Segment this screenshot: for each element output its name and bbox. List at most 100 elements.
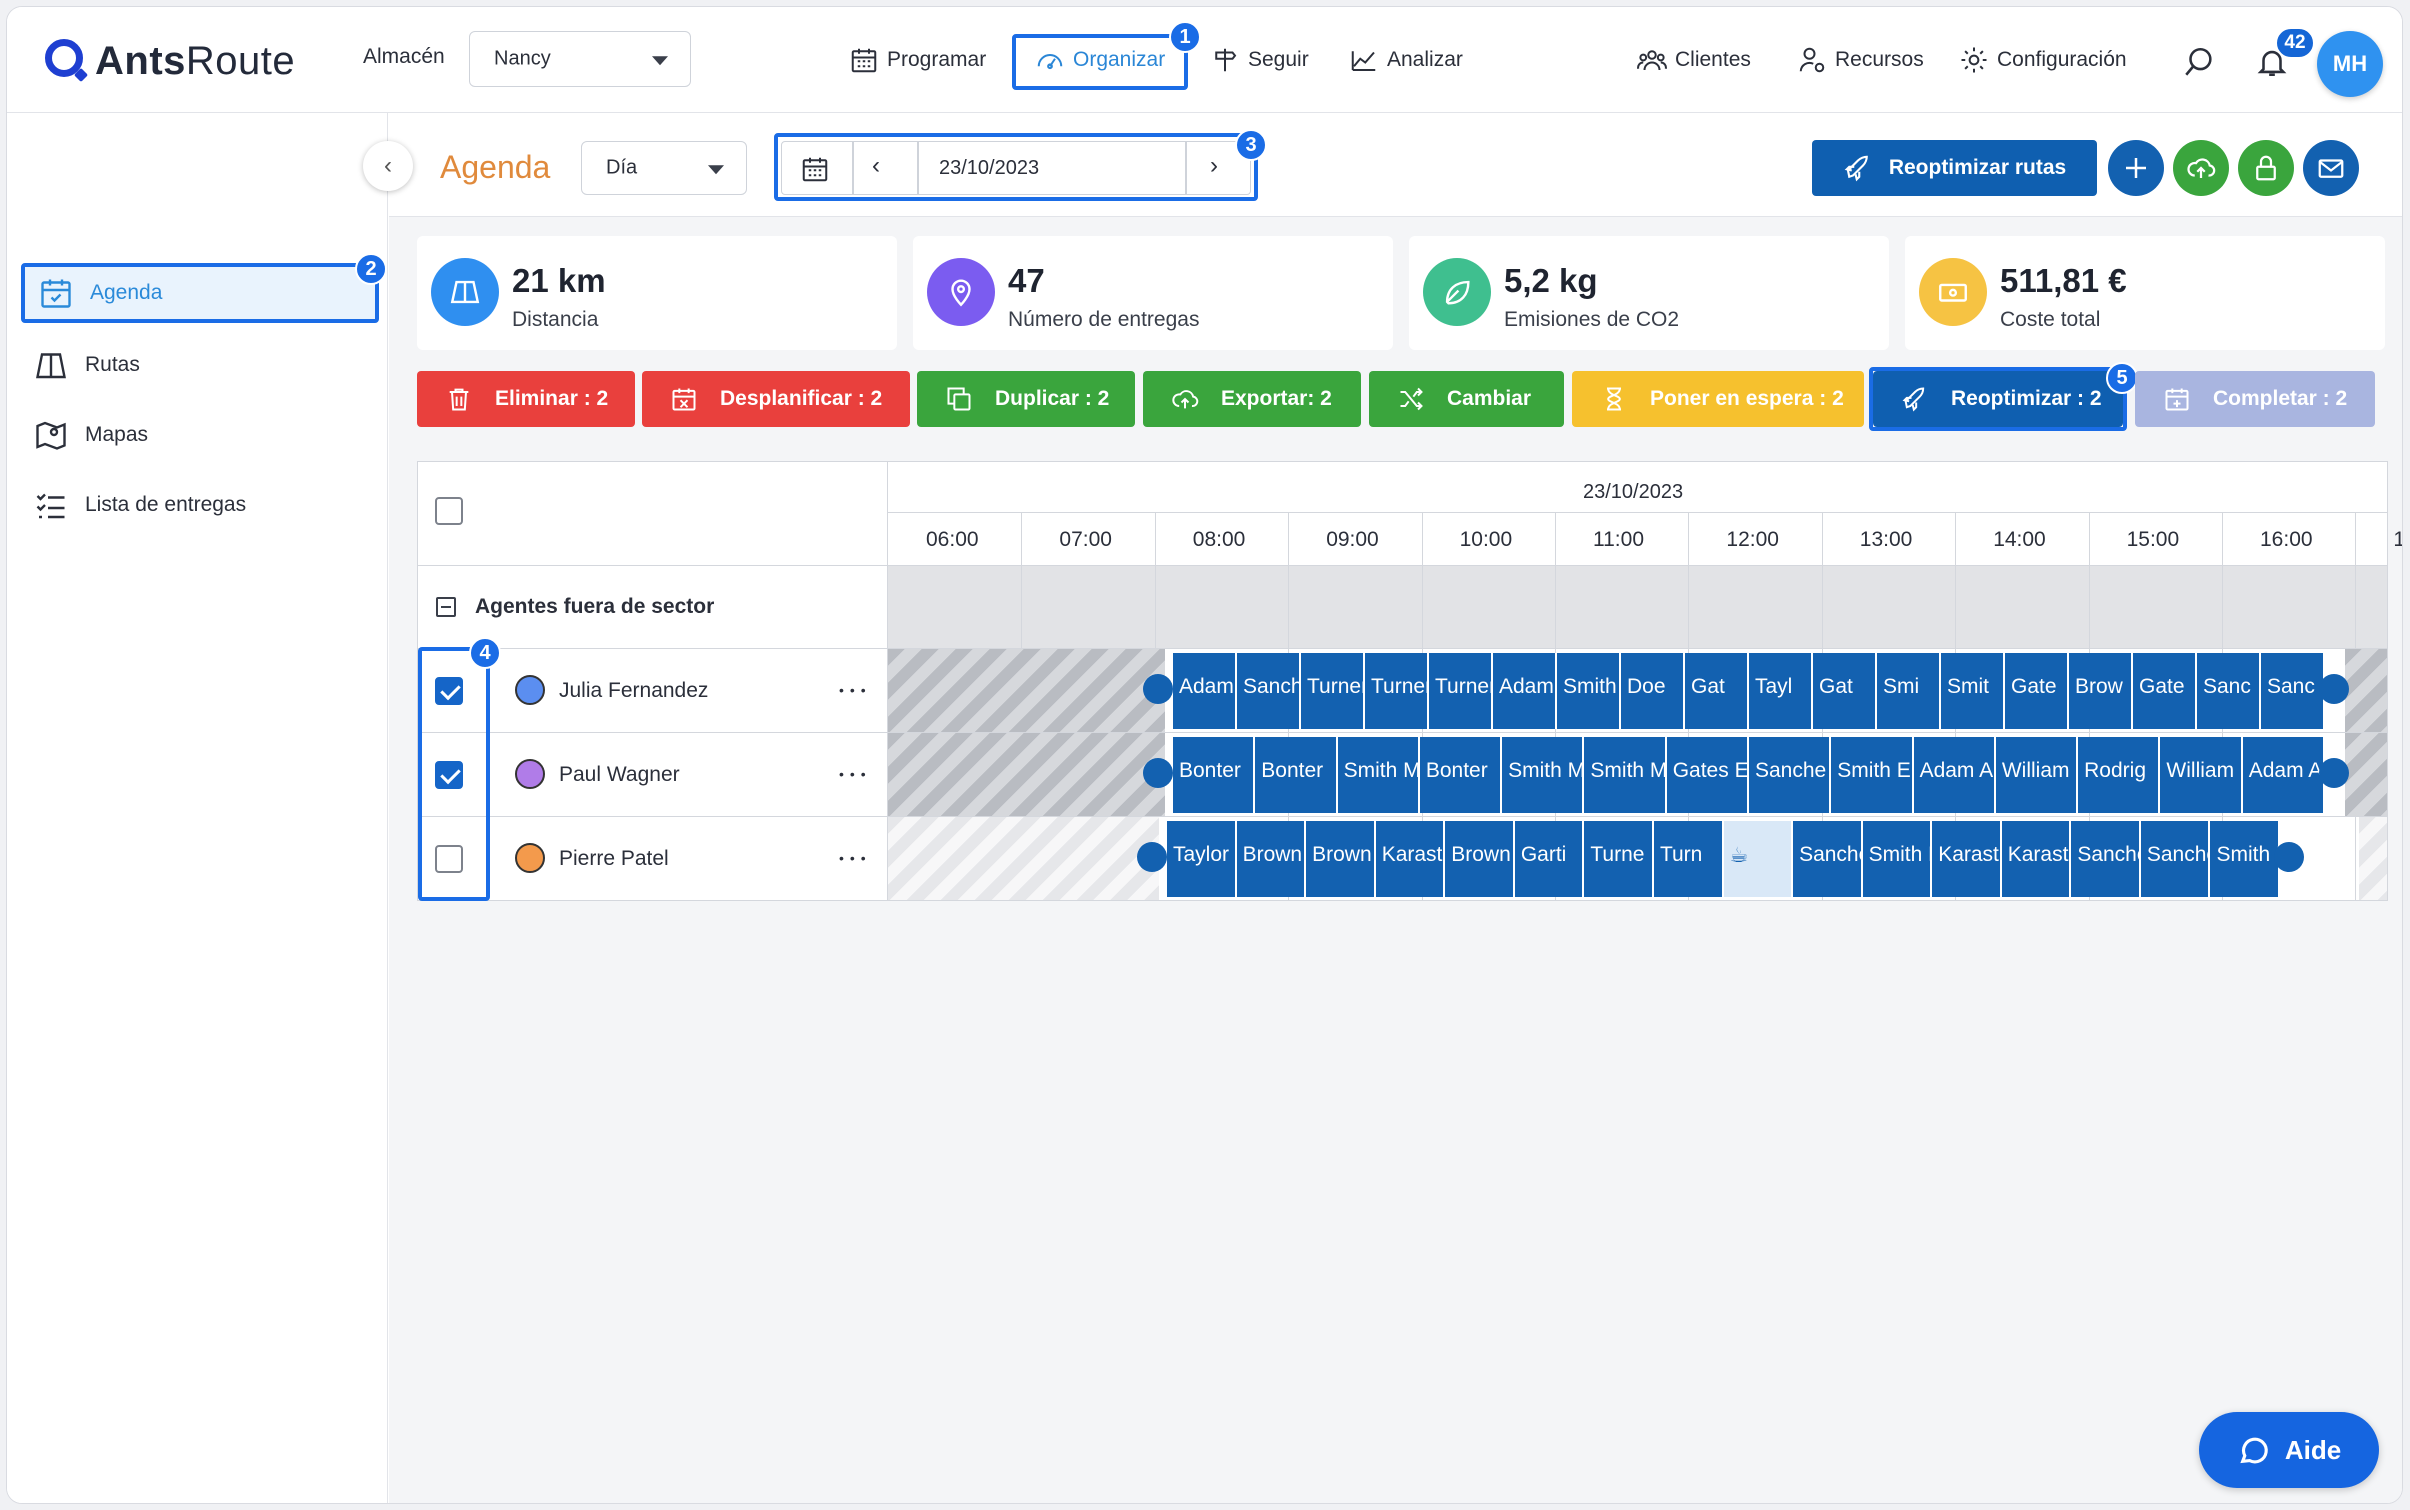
coffee-icon: ☕ — [1729, 844, 1749, 867]
delivery-task[interactable]: Bonter — [1419, 737, 1503, 813]
delivery-task[interactable]: Sanchez — [1237, 653, 1301, 729]
nav-configuracion[interactable]: Configuración — [1959, 45, 2127, 75]
route-start-pin[interactable] — [1143, 674, 1173, 704]
export-cloud-button[interactable] — [2173, 140, 2229, 196]
avatar[interactable]: MH — [2317, 31, 2383, 97]
more-options-icon[interactable]: ••• — [839, 767, 872, 781]
delivery-task[interactable]: Taylor M — [1167, 821, 1237, 897]
delivery-task[interactable]: Brown — [1236, 821, 1307, 897]
unplan-button[interactable]: Desplanificar : 2 — [642, 371, 910, 427]
delivery-task[interactable]: Adam F — [1173, 653, 1237, 729]
agent-checkbox[interactable] — [435, 761, 463, 789]
reoptimize-routes-button[interactable]: Reoptimizar rutas — [1812, 140, 2097, 196]
delivery-task[interactable]: Smith M — [1502, 737, 1585, 813]
delivery-task[interactable]: Sanche — [1793, 821, 1863, 897]
delivery-task[interactable]: Adam A — [2242, 737, 2325, 813]
route-start-pin[interactable] — [1143, 758, 1173, 788]
delivery-task[interactable]: Gate — [2133, 653, 2197, 729]
delivery-task[interactable]: Smith M — [2210, 821, 2280, 897]
export-button[interactable]: Exportar: 2 — [1143, 371, 1361, 427]
agent-name[interactable]: Julia Fernandez — [559, 679, 708, 703]
delivery-task[interactable]: Gates Er — [1666, 737, 1749, 813]
delivery-task[interactable]: Sanc — [2197, 653, 2261, 729]
more-options-icon[interactable]: ••• — [839, 683, 872, 697]
nav-analizar[interactable]: Analizar — [1349, 45, 1463, 75]
unavailable-hatch — [2345, 733, 2387, 816]
delivery-task[interactable]: Adam A — [1913, 737, 1996, 813]
delivery-task[interactable]: Gat — [1813, 653, 1877, 729]
delivery-task[interactable]: Karast — [2001, 821, 2072, 897]
delivery-task[interactable]: Sanc — [2261, 653, 2325, 729]
sidebar-item-mapas[interactable]: Mapas — [33, 407, 148, 463]
hold-button[interactable]: Poner en espera : 2 — [1572, 371, 1864, 427]
nav-programar[interactable]: Programar — [849, 45, 986, 75]
delivery-task[interactable]: Sanche — [2071, 821, 2141, 897]
delivery-task[interactable]: Karast — [1932, 821, 2002, 897]
delivery-task[interactable]: Tayl — [1749, 653, 1813, 729]
delivery-task[interactable]: Smith M — [1337, 737, 1420, 813]
collapse-group-icon[interactable] — [436, 597, 456, 617]
delivery-task[interactable]: Smith E — [1557, 653, 1621, 729]
add-button[interactable] — [2108, 140, 2164, 196]
delivery-task[interactable]: Doe — [1621, 653, 1685, 729]
logo[interactable]: AntsRoute — [95, 39, 295, 84]
delivery-task[interactable]: Sanche — [1749, 737, 1832, 813]
delivery-task[interactable]: Brow — [2069, 653, 2133, 729]
sidebar-item-lista-entregas[interactable]: Lista de entregas — [33, 477, 246, 533]
delivery-task[interactable]: Smith E — [1831, 737, 1914, 813]
copy-icon — [947, 387, 971, 411]
delivery-task[interactable]: Sanche — [2140, 821, 2211, 897]
mail-icon — [2318, 159, 2344, 178]
agent-checkbox[interactable] — [435, 845, 463, 873]
agent-color-dot — [515, 759, 545, 789]
delivery-task[interactable]: Karast — [1375, 821, 1446, 897]
view-select[interactable]: Día — [581, 141, 747, 195]
delivery-task[interactable]: Smith M — [1862, 821, 1933, 897]
route-start-pin[interactable] — [1137, 842, 1167, 872]
delivery-task[interactable]: Turn — [1653, 821, 1724, 897]
delivery-task[interactable]: Smi — [1877, 653, 1941, 729]
delivery-task[interactable]: Smit — [1941, 653, 2005, 729]
complete-button[interactable]: Completar : 2 — [2135, 371, 2375, 427]
search-icon[interactable] — [2182, 45, 2216, 79]
delivery-task[interactable]: Smith M — [1584, 737, 1667, 813]
agent-name[interactable]: Paul Wagner — [559, 763, 680, 787]
delivery-task[interactable]: Turne — [1584, 821, 1654, 897]
delivery-task[interactable]: Turner — [1365, 653, 1429, 729]
delivery-task[interactable]: Garti — [1514, 821, 1585, 897]
delivery-task[interactable]: Adam F — [1493, 653, 1557, 729]
break-slot[interactable]: ☕ — [1723, 821, 1794, 897]
select-all-checkbox[interactable] — [435, 497, 463, 525]
delivery-task[interactable]: Gat — [1685, 653, 1749, 729]
sidebar-item-rutas[interactable]: Rutas — [33, 337, 140, 393]
lock-button[interactable] — [2238, 140, 2294, 196]
agent-checkbox[interactable] — [435, 677, 463, 705]
help-button[interactable]: Aide — [2199, 1412, 2379, 1488]
delivery-task[interactable]: William — [2160, 737, 2243, 813]
switch-button[interactable]: Cambiar — [1369, 371, 1564, 427]
delivery-task[interactable]: William — [1995, 737, 2079, 813]
nav-seguir[interactable]: Seguir — [1210, 45, 1309, 75]
delivery-task[interactable]: Bonter — [1173, 737, 1256, 813]
delivery-task[interactable]: Bonter — [1255, 737, 1338, 813]
nav-recursos[interactable]: Recursos — [1797, 45, 1924, 75]
collapse-sidebar-button[interactable]: ‹ — [363, 141, 413, 191]
delivery-task[interactable]: Gate — [2005, 653, 2069, 729]
route-end-pin[interactable] — [2319, 674, 2349, 704]
delivery-task[interactable]: Turner — [1301, 653, 1365, 729]
route-end-pin[interactable] — [2274, 842, 2304, 872]
agent-name[interactable]: Pierre Patel — [559, 847, 669, 871]
nav-clientes[interactable]: Clientes — [1637, 45, 1751, 75]
more-options-icon[interactable]: ••• — [839, 851, 872, 865]
delivery-task[interactable]: Brown — [1306, 821, 1376, 897]
annotation-badge-3: 3 — [1235, 129, 1267, 161]
warehouse-select[interactable]: Nancy — [469, 31, 691, 87]
email-button[interactable] — [2303, 140, 2359, 196]
delivery-task[interactable]: Rodrig — [2078, 737, 2161, 813]
route-end-pin[interactable] — [2319, 758, 2349, 788]
delivery-task[interactable]: Brown — [1445, 821, 1515, 897]
delete-button[interactable]: Eliminar : 2 — [417, 371, 635, 427]
duplicate-button[interactable]: Duplicar : 2 — [917, 371, 1135, 427]
delivery-task[interactable]: Turner — [1429, 653, 1493, 729]
map-pin-icon — [36, 421, 66, 450]
